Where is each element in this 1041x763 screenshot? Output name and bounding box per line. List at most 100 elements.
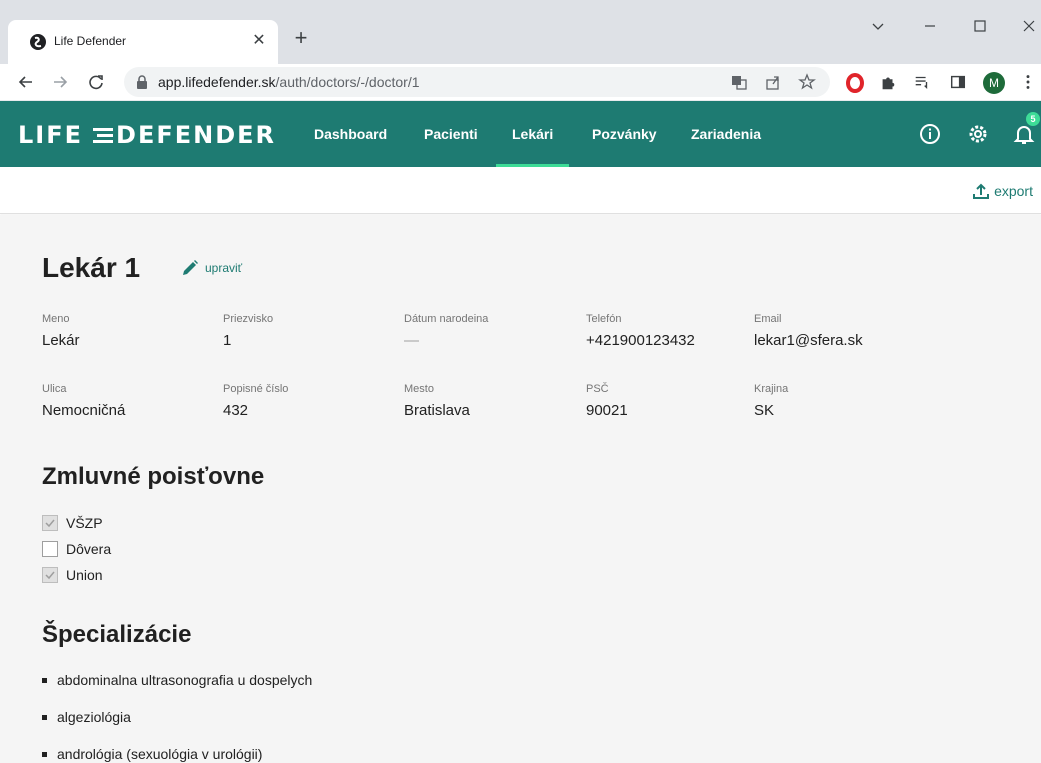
doctor-detail: Lekár 1 upraviť Meno Lekár Priezvisko 1 … [0, 215, 1041, 763]
url-text: app.lifedefender.sk/auth/doctors/-/docto… [158, 74, 420, 90]
url-host: app.lifedefender.sk [158, 74, 276, 90]
checkbox-unchecked[interactable] [42, 541, 58, 557]
field-value: lekar1@sfera.sk [754, 332, 863, 349]
forward-arrow-icon[interactable] [48, 70, 72, 94]
url-path: /auth/doctors/-/doctor/1 [275, 74, 420, 90]
nav-dashboard[interactable]: Dashboard [314, 101, 387, 167]
field-label: Ulica [42, 383, 67, 395]
field-value: Bratislava [404, 402, 470, 419]
field-value: +421900123432 [586, 332, 695, 349]
bullet-icon [42, 751, 47, 757]
nav-pacienti[interactable]: Pacienti [424, 101, 478, 167]
tab-title: Life Defender [54, 34, 127, 48]
edit-button[interactable]: upraviť [180, 258, 242, 278]
field-label: Telefón [586, 313, 622, 325]
nav-lekari[interactable]: Lekári [495, 101, 570, 167]
upload-icon [973, 183, 990, 199]
life-defender-favicon-icon [30, 34, 46, 50]
extensions-puzzle-icon[interactable] [878, 73, 898, 93]
browser-toolbar: app.lifedefender.sk/auth/doctors/-/docto… [0, 64, 1041, 101]
list-item: algeziológia [42, 709, 131, 725]
specialization-label: andrológia (sexuológia v urológii) [57, 746, 263, 762]
field-label: Meno [42, 313, 70, 325]
opera-extension-icon[interactable] [845, 73, 865, 93]
field-ulica: Ulica Nemocničná [42, 383, 125, 419]
insurer-checkbox-row[interactable]: Union [42, 567, 103, 583]
check-icon [45, 519, 55, 528]
field-label: PSČ [586, 383, 609, 395]
close-tab-icon[interactable]: ✕ [248, 30, 270, 52]
browser-tab[interactable]: Life Defender ✕ [8, 20, 278, 64]
logo-text-left: LIFE [18, 121, 84, 149]
specialization-label: algeziológia [57, 709, 131, 725]
page-title: Lekár 1 [42, 252, 141, 283]
field-label: Mesto [404, 383, 434, 395]
list-item: abdominalna ultrasonografia u dospelych [42, 672, 312, 688]
field-meno: Meno Lekár [42, 313, 80, 349]
field-label: Dátum narodeina [404, 313, 489, 325]
side-panel-icon[interactable] [948, 73, 968, 93]
kebab-menu-icon[interactable] [1018, 73, 1038, 93]
maximize-icon[interactable] [968, 14, 992, 38]
profile-avatar[interactable]: M [983, 72, 1005, 94]
address-bar[interactable]: app.lifedefender.sk/auth/doctors/-/docto… [124, 67, 830, 97]
field-value: Lekár [42, 332, 80, 349]
insurers-section-title: Zmluvné poisťovne [42, 463, 265, 490]
back-arrow-icon[interactable] [14, 70, 38, 94]
field-label: Priezvisko [223, 313, 274, 325]
field-popisne-cislo: Popisné číslo 432 [223, 383, 288, 419]
logo-stripes-icon [93, 128, 114, 143]
field-krajina: Krajina SK [754, 383, 788, 419]
field-datum-narodenia: Dátum narodeina — [404, 313, 488, 349]
specializations-section-title: Špecializácie [42, 621, 192, 648]
export-label: export [994, 183, 1033, 199]
life-defender-logo[interactable]: LIFE DEFENDER [18, 121, 277, 149]
action-bar: export [0, 167, 1041, 214]
field-value: 1 [223, 332, 232, 349]
field-value: 432 [223, 402, 249, 419]
settings-gear-icon[interactable] [966, 122, 990, 146]
bullet-icon [42, 677, 47, 683]
lock-icon [137, 75, 147, 89]
specialization-label: abdominalna ultrasonografia u dospelych [57, 672, 313, 688]
list-item: andrológia (sexuológia v urológii) [42, 746, 262, 762]
insurer-label: Dôvera [66, 541, 112, 557]
edit-label: upraviť [205, 261, 243, 275]
close-window-icon[interactable] [1017, 14, 1041, 38]
field-label: Email [754, 313, 782, 325]
export-button[interactable]: export [972, 180, 1033, 202]
checkbox-checked[interactable] [42, 515, 58, 531]
minimize-icon[interactable] [918, 14, 942, 38]
reload-icon[interactable] [84, 70, 108, 94]
field-label: Popisné číslo [223, 383, 289, 395]
check-icon [45, 571, 55, 580]
field-value: Nemocničná [42, 402, 126, 419]
browser-tabstrip: Life Defender ✕ + [0, 0, 1041, 64]
field-telefon: Telefón +421900123432 [586, 313, 695, 349]
tab-search-icon[interactable] [866, 14, 890, 38]
share-icon[interactable] [764, 73, 782, 91]
insurer-checkbox-row[interactable]: VŠZP [42, 515, 103, 531]
app-header: LIFE DEFENDER Dashboard Pacienti Lekári P… [0, 101, 1041, 167]
insurer-label: Union [66, 567, 103, 583]
nav-zariadenia[interactable]: Zariadenia [691, 101, 761, 167]
field-priezvisko: Priezvisko 1 [223, 313, 273, 349]
insurer-checkbox-row[interactable]: Dôvera [42, 541, 111, 557]
bookmark-star-icon[interactable] [798, 73, 816, 91]
field-value: SK [754, 402, 775, 419]
checkbox-checked[interactable] [42, 567, 58, 583]
new-tab-icon[interactable]: + [290, 27, 312, 50]
insurer-label: VŠZP [66, 515, 103, 531]
translate-icon[interactable] [730, 73, 748, 91]
field-psc: PSČ 90021 [586, 383, 628, 419]
bullet-icon [42, 714, 47, 720]
field-email: Email lekar1@sfera.sk [754, 313, 863, 349]
nav-pozvanky[interactable]: Pozvánky [592, 101, 657, 167]
notification-count-badge: 5 [1026, 112, 1040, 126]
field-label: Krajina [754, 383, 789, 395]
logo-text-right: DEFENDER [116, 121, 277, 149]
info-icon[interactable] [918, 122, 942, 146]
field-mesto: Mesto Bratislava [404, 383, 470, 419]
reading-list-icon[interactable] [912, 73, 932, 93]
pencil-icon [183, 260, 198, 275]
